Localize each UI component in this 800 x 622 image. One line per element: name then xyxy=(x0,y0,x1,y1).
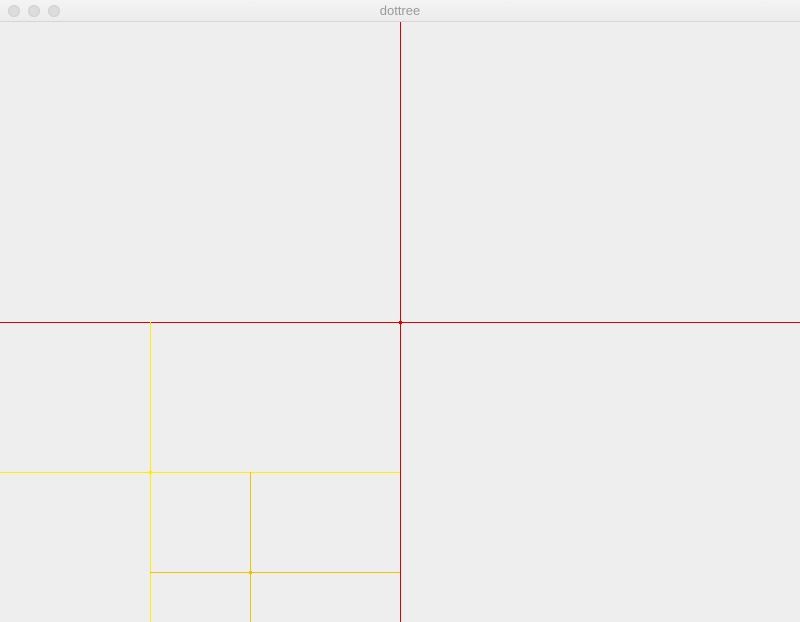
tree-node-2-dot xyxy=(249,571,252,574)
title-bar[interactable]: dottree xyxy=(0,0,800,22)
app-window: dottree xyxy=(0,0,800,622)
tree-node-1-dot xyxy=(149,471,152,474)
tree-node-0-dot xyxy=(399,321,402,324)
quadtree-drawing xyxy=(0,22,800,622)
window-title: dottree xyxy=(379,3,421,18)
drawing-canvas[interactable] xyxy=(0,22,800,622)
